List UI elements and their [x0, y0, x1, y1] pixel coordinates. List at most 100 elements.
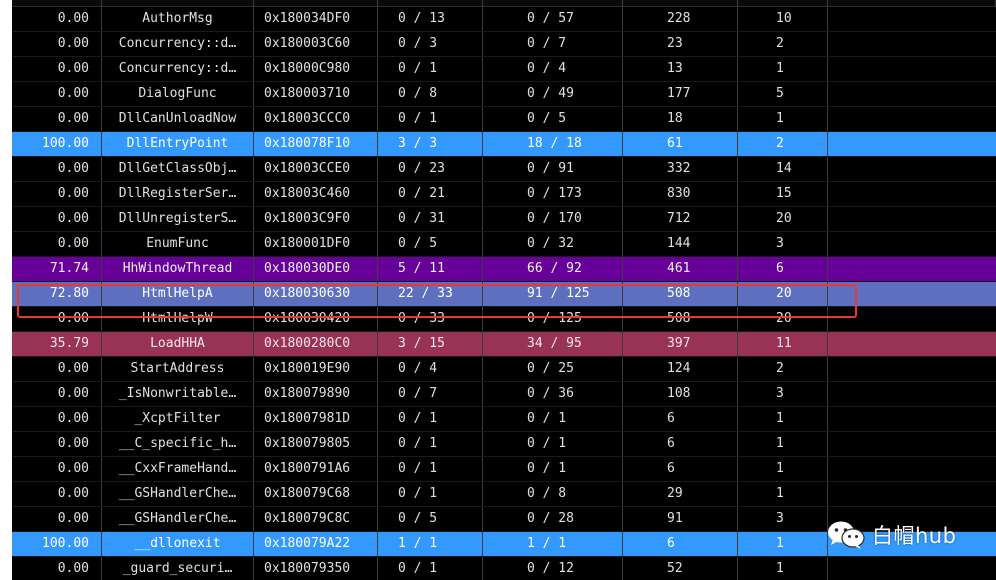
blocks-hit-cell: 22 / 33 — [378, 282, 483, 306]
function-name-cell: __dllonexit — [102, 532, 254, 556]
instructions-hit-cell: 91 / 125 — [483, 282, 623, 306]
column-header[interactable] — [483, 0, 623, 6]
coverage-percent-cell: 0.00 — [12, 57, 102, 81]
coverage-table: 0.00 AuthorMsg 0x180034DF0 0 / 13 0 / 57 228 1… — [12, 0, 996, 580]
table-row[interactable]: 71.74 HhWindowThread 0x180030DE0 5 / 11 66 /… — [12, 257, 996, 282]
instructions-hit-cell: 1 / 1 — [483, 532, 623, 556]
complexity-cell: 6 — [738, 257, 828, 281]
function-size-cell: 177 — [623, 82, 738, 106]
table-row[interactable]: 100.00 __dllonexit 0x180079A22 1 / 11 / 161 — [12, 532, 996, 557]
address-cell: 0x18007981D — [254, 407, 378, 431]
function-size-cell: 13 — [623, 57, 738, 81]
table-row[interactable]: 35.79 LoadHHA 0x1800280C0 3 / 15 34 / 95 397 1… — [12, 332, 996, 357]
address-cell: 0x180030630 — [254, 282, 378, 306]
column-header[interactable] — [623, 0, 738, 6]
table-row[interactable]: 0.00 HtmlHelpW 0x180030420 0 / 33 0 / 125 508… — [12, 307, 996, 332]
blocks-hit-cell: 0 / 1 — [378, 432, 483, 456]
coverage-percent-cell: 0.00 — [12, 457, 102, 481]
row-filler — [828, 7, 996, 31]
table-row[interactable]: 0.00 DialogFunc 0x180003710 0 / 80 / 49 177 5 — [12, 82, 996, 107]
complexity-cell: 10 — [738, 7, 828, 31]
function-name-cell: DllGetClassObj… — [102, 157, 254, 181]
function-size-cell: 61 — [623, 132, 738, 156]
table-row[interactable]: 0.00 __C_specific_h… 0x180079805 0 / 10 / 1… — [12, 432, 996, 457]
function-size-cell: 6 — [623, 407, 738, 431]
table-row[interactable]: 100.00 DllEntryPoint 0x180078F10 3 / 3 18 / … — [12, 132, 996, 157]
function-size-cell: 6 — [623, 457, 738, 481]
row-filler — [828, 207, 996, 231]
row-filler — [828, 457, 996, 481]
instructions-hit-cell: 0 / 36 — [483, 382, 623, 406]
coverage-percent-cell: 100.00 — [12, 532, 102, 556]
address-cell: 0x180079805 — [254, 432, 378, 456]
column-header[interactable] — [738, 0, 828, 6]
table-header — [12, 0, 996, 7]
function-name-cell: __CxxFrameHand… — [102, 457, 254, 481]
table-body: 0.00 AuthorMsg 0x180034DF0 0 / 13 0 / 57 228 1… — [12, 7, 996, 580]
table-row[interactable]: 0.00 DllCanUnloadNow 0x18003CCC0 0 / 10 / 5… — [12, 107, 996, 132]
instructions-hit-cell: 0 / 25 — [483, 357, 623, 381]
coverage-percent-cell: 35.79 — [12, 332, 102, 356]
complexity-cell: 3 — [738, 507, 828, 531]
instructions-hit-cell: 0 / 57 — [483, 7, 623, 31]
table-row[interactable]: 0.00 DllRegisterSer… 0x18003C460 0 / 21 0 / … — [12, 182, 996, 207]
function-size-cell: 52 — [623, 557, 738, 580]
function-name-cell: LoadHHA — [102, 332, 254, 356]
table-row[interactable]: 0.00 _XcptFilter 0x18007981D 0 / 10 / 161 — [12, 407, 996, 432]
table-row[interactable]: 0.00 Concurrency::d… 0x180003C60 0 / 30 / 7… — [12, 32, 996, 57]
coverage-percent-cell: 100.00 — [12, 132, 102, 156]
table-row[interactable]: 0.00 __GSHandlerChe… 0x180079C8C 0 / 50 / 2… — [12, 507, 996, 532]
row-filler — [828, 257, 996, 281]
table-row[interactable]: 0.00 StartAddress 0x180019E90 0 / 40 / 25 12… — [12, 357, 996, 382]
complexity-cell: 1 — [738, 432, 828, 456]
table-row[interactable]: 0.00 __CxxFrameHand… 0x1800791A6 0 / 10 / 1… — [12, 457, 996, 482]
table-row[interactable]: 72.80 HtmlHelpA 0x180030630 22 / 33 91 / 125… — [12, 282, 996, 307]
address-cell: 0x18003CCE0 — [254, 157, 378, 181]
table-row[interactable]: 0.00 _IsNonwritable… 0x180079890 0 / 70 / 3… — [12, 382, 996, 407]
row-filler — [828, 532, 996, 556]
function-size-cell: 29 — [623, 482, 738, 506]
coverage-percent-cell: 0.00 — [12, 557, 102, 580]
table-row[interactable]: 0.00 AuthorMsg 0x180034DF0 0 / 13 0 / 57 228 1… — [12, 7, 996, 32]
coverage-percent-cell: 0.00 — [12, 307, 102, 331]
table-row[interactable]: 0.00 DllGetClassObj… 0x18003CCE0 0 / 23 0 / … — [12, 157, 996, 182]
column-header[interactable] — [378, 0, 483, 6]
coverage-percent-cell: 0.00 — [12, 207, 102, 231]
row-filler — [828, 282, 996, 306]
row-filler — [828, 182, 996, 206]
row-filler — [828, 407, 996, 431]
function-name-cell: DialogFunc — [102, 82, 254, 106]
address-cell: 0x180019E90 — [254, 357, 378, 381]
blocks-hit-cell: 0 / 31 — [378, 207, 483, 231]
table-row[interactable]: 0.00 __GSHandlerChe… 0x180079C68 0 / 10 / 8… — [12, 482, 996, 507]
table-row[interactable]: 0.00 DllUnregisterS… 0x18003C9F0 0 / 31 0 / … — [12, 207, 996, 232]
column-header[interactable] — [254, 0, 378, 6]
function-name-cell: _IsNonwritable… — [102, 382, 254, 406]
function-name-cell: StartAddress — [102, 357, 254, 381]
blocks-hit-cell: 0 / 7 — [378, 382, 483, 406]
blocks-hit-cell: 0 / 1 — [378, 482, 483, 506]
complexity-cell: 2 — [738, 357, 828, 381]
table-row[interactable]: 0.00 Concurrency::d… 0x18000C980 0 / 10 / 4… — [12, 57, 996, 82]
complexity-cell: 20 — [738, 282, 828, 306]
row-filler — [828, 107, 996, 131]
function-size-cell: 108 — [623, 382, 738, 406]
complexity-cell: 2 — [738, 132, 828, 156]
function-name-cell: _XcptFilter — [102, 407, 254, 431]
blocks-hit-cell: 0 / 21 — [378, 182, 483, 206]
instructions-hit-cell: 0 / 170 — [483, 207, 623, 231]
blocks-hit-cell: 0 / 8 — [378, 82, 483, 106]
address-cell: 0x180003C60 — [254, 32, 378, 56]
column-header[interactable] — [102, 0, 254, 6]
function-size-cell: 508 — [623, 282, 738, 306]
column-header[interactable] — [12, 0, 102, 6]
function-name-cell: EnumFunc — [102, 232, 254, 256]
table-row[interactable]: 0.00 _guard_securi… 0x180079350 0 / 10 / 12… — [12, 557, 996, 580]
address-cell: 0x180078F10 — [254, 132, 378, 156]
address-cell: 0x180079C8C — [254, 507, 378, 531]
function-name-cell: __GSHandlerChe… — [102, 482, 254, 506]
blocks-hit-cell: 1 / 1 — [378, 532, 483, 556]
row-filler — [828, 557, 996, 580]
instructions-hit-cell: 0 / 1 — [483, 432, 623, 456]
table-row[interactable]: 0.00 EnumFunc 0x180001DF0 0 / 50 / 32 144 3 — [12, 232, 996, 257]
